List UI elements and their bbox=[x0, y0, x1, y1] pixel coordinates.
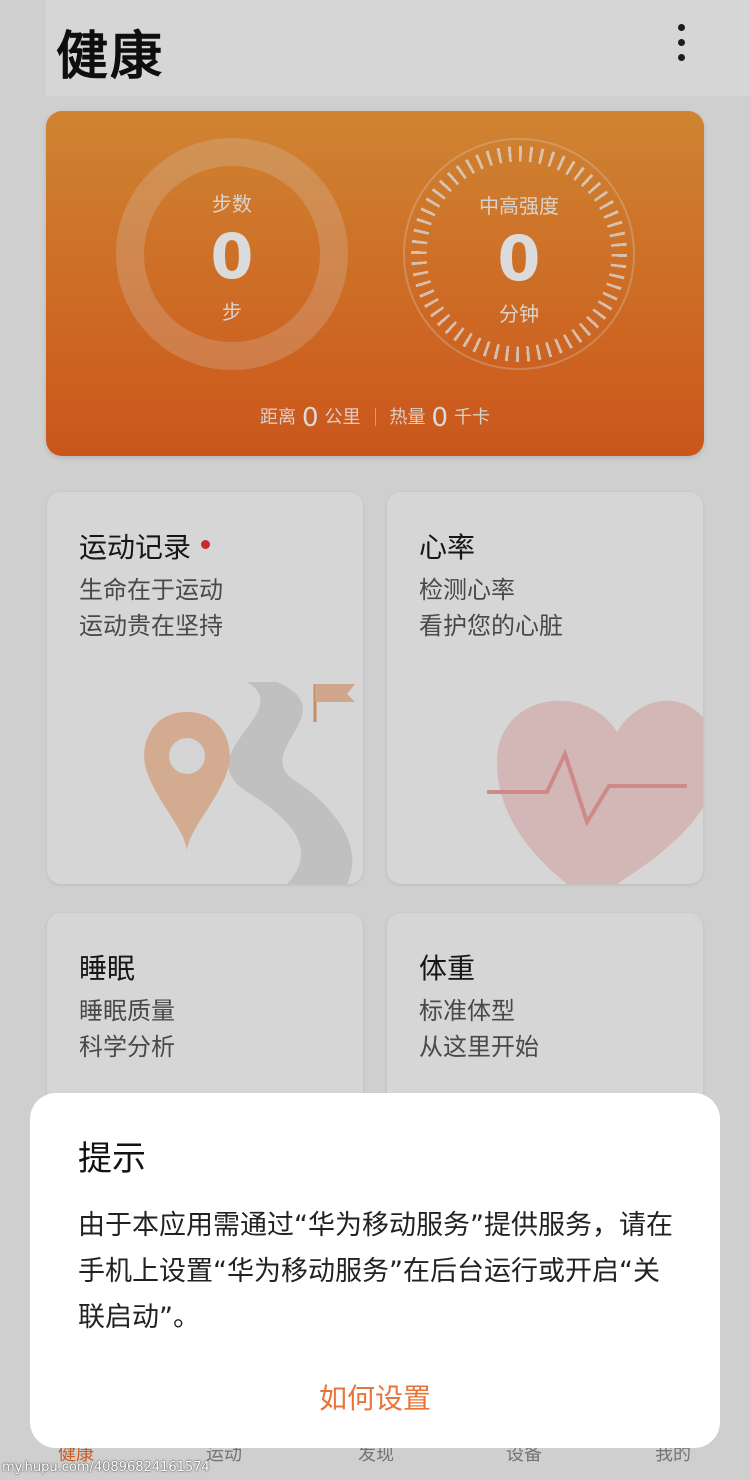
watermark: my.hupu.com/40896824161574 bbox=[2, 1460, 210, 1475]
how-to-set-button[interactable]: 如何设置 bbox=[30, 1377, 720, 1417]
dialog-title: 提示 bbox=[78, 1139, 146, 1179]
dialog-message: 由于本应用需通过“华为移动服务”提供服务，请在手机上设置“华为移动服务”在后台运… bbox=[78, 1210, 673, 1333]
health-app: 健康 步数 0 步 中高强度 0 分钟 距离 0 公里 热量 0 千卡 运动记录 生命在于… bbox=[0, 0, 750, 1480]
tip-dialog: 提示 由于本应用需通过“华为移动服务”提供服务，请在手机上设置“华为移动服务”在… bbox=[30, 1093, 720, 1448]
